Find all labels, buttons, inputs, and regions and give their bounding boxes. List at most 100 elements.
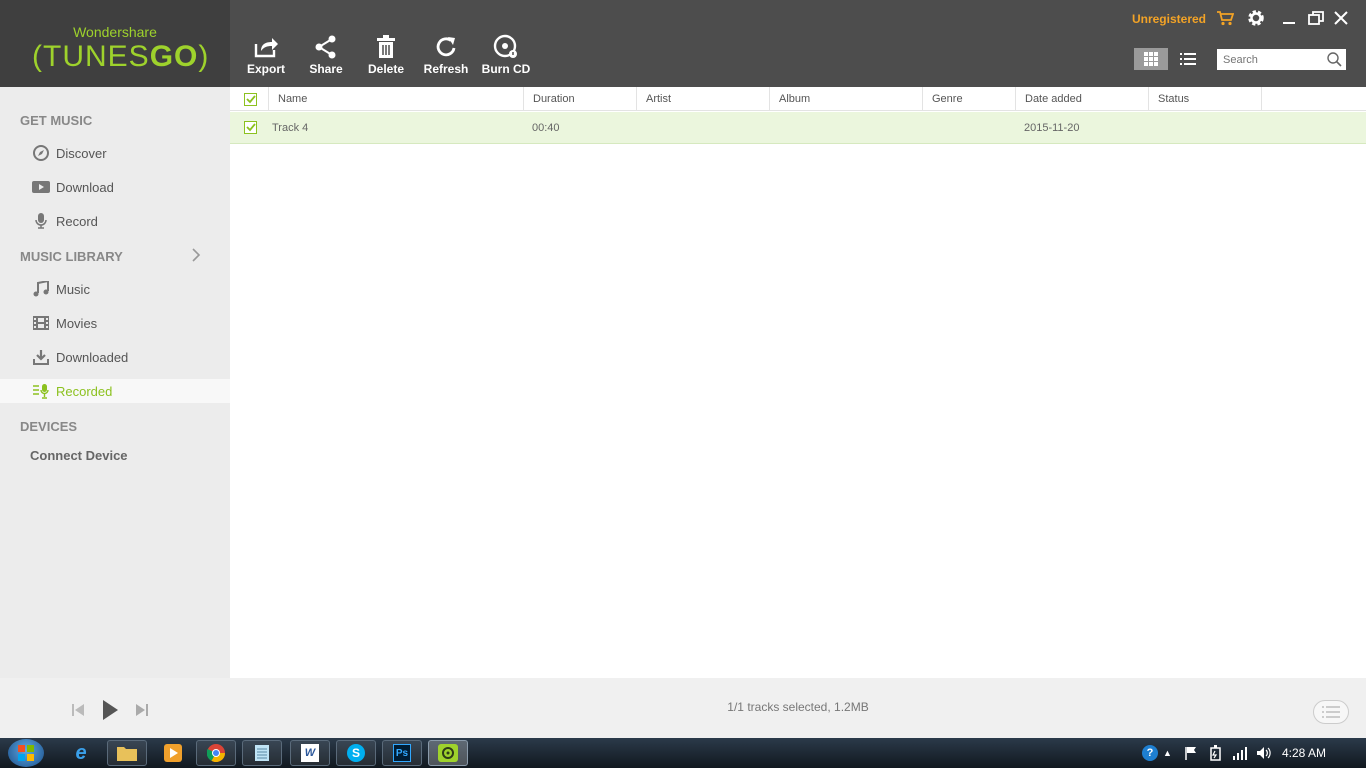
taskbar-clock[interactable]: 4:28 AM bbox=[1282, 746, 1326, 760]
column-header-name[interactable]: Name bbox=[268, 87, 524, 111]
cell-name: Track 4 bbox=[272, 122, 309, 134]
logo-wave-left-icon: ( bbox=[32, 40, 43, 73]
select-all-checkbox[interactable] bbox=[244, 93, 257, 106]
taskbar-chrome[interactable] bbox=[196, 740, 236, 766]
sidebar-item-music[interactable]: Music bbox=[0, 277, 230, 301]
previous-track-button[interactable] bbox=[70, 702, 86, 718]
checkmark-icon bbox=[245, 95, 256, 104]
search-input[interactable] bbox=[1217, 49, 1321, 70]
trash-icon bbox=[377, 35, 395, 58]
start-button[interactable] bbox=[8, 739, 44, 767]
cart-icon[interactable] bbox=[1214, 8, 1236, 28]
skip-next-icon bbox=[136, 704, 148, 716]
search-box bbox=[1217, 49, 1346, 70]
maximize-button[interactable] bbox=[1305, 8, 1327, 28]
row-checkbox[interactable] bbox=[244, 121, 257, 134]
action-center-flag-icon[interactable] bbox=[1184, 738, 1198, 768]
film-icon bbox=[32, 314, 50, 332]
checkmark-icon bbox=[245, 123, 256, 132]
sidebar-item-discover[interactable]: Discover bbox=[0, 141, 230, 165]
devices-heading: DEVICES bbox=[20, 419, 78, 434]
player-bar: 1/1 tracks selected, 1.2MB bbox=[0, 678, 1366, 738]
sidebar-item-label: Music bbox=[56, 281, 90, 297]
tunesgo-icon bbox=[438, 744, 458, 762]
taskbar-skype[interactable]: S bbox=[336, 740, 376, 766]
share-icon bbox=[315, 35, 336, 59]
export-button[interactable]: Export bbox=[236, 34, 296, 78]
get-music-heading: GET MUSIC bbox=[20, 113, 93, 128]
show-hidden-icons-arrow-icon[interactable]: ▲ bbox=[1163, 738, 1172, 768]
windows-logo-icon bbox=[18, 745, 34, 761]
taskbar-notepad[interactable] bbox=[242, 740, 282, 766]
unregistered-link[interactable]: Unregistered bbox=[1132, 12, 1206, 26]
sidebar-item-download[interactable]: Download bbox=[0, 175, 230, 199]
power-battery-icon[interactable] bbox=[1208, 738, 1222, 768]
sidebar-item-downloaded[interactable]: Downloaded bbox=[0, 345, 230, 369]
volume-icon[interactable] bbox=[1256, 738, 1272, 768]
taskbar-word[interactable]: W bbox=[290, 740, 330, 766]
chrome-icon bbox=[207, 744, 225, 762]
header-bar: Wondershare (TUNESGO) Export Share Delet… bbox=[0, 0, 1366, 87]
help-icon[interactable]: ? bbox=[1142, 738, 1158, 768]
download-icon bbox=[32, 348, 50, 366]
list-icon bbox=[1322, 706, 1340, 718]
share-button[interactable]: Share bbox=[296, 34, 356, 78]
column-header-genre[interactable]: Genre bbox=[923, 87, 1016, 111]
notepad-icon bbox=[255, 745, 269, 761]
play-icon bbox=[103, 700, 118, 720]
column-header-date-added[interactable]: Date added bbox=[1016, 87, 1149, 111]
refresh-button[interactable]: Refresh bbox=[416, 34, 476, 78]
playlist-queue-button[interactable] bbox=[1313, 700, 1349, 724]
play-button[interactable] bbox=[98, 698, 122, 722]
list-view-button[interactable] bbox=[1172, 48, 1204, 70]
windows-taskbar: e W S Ps ? ▲ 4:28 AM bbox=[0, 738, 1366, 768]
delete-button[interactable]: Delete bbox=[356, 34, 416, 78]
brand-top-text: Wondershare bbox=[73, 24, 157, 40]
column-header-artist[interactable]: Artist bbox=[637, 87, 770, 111]
table-row[interactable]: Track 4 00:40 2015-11-20 bbox=[230, 112, 1366, 144]
taskbar-tunesgo[interactable] bbox=[428, 740, 468, 766]
refresh-label: Refresh bbox=[423, 62, 469, 76]
main-toolbar: Export Share Delete Refresh Burn CD bbox=[236, 34, 536, 84]
sidebar-item-record[interactable]: Record bbox=[0, 209, 230, 233]
burn-cd-button[interactable]: Burn CD bbox=[476, 34, 536, 78]
network-signal-icon[interactable] bbox=[1232, 738, 1248, 768]
sidebar-item-label: Recorded bbox=[56, 383, 113, 399]
logo-wave-right-icon: ) bbox=[198, 40, 210, 73]
taskbar-explorer[interactable] bbox=[107, 740, 147, 766]
refresh-icon bbox=[436, 37, 456, 57]
close-button[interactable] bbox=[1330, 8, 1352, 28]
microphone-icon bbox=[32, 212, 50, 230]
export-icon bbox=[254, 38, 278, 58]
grid-view-button[interactable] bbox=[1134, 48, 1168, 70]
brand-main-light: TUNES bbox=[43, 40, 150, 73]
taskbar-ie[interactable]: e bbox=[61, 740, 101, 766]
sidebar-item-recorded[interactable]: Recorded bbox=[0, 379, 230, 403]
music-note-icon bbox=[32, 280, 50, 298]
taskbar-photoshop[interactable]: Ps bbox=[382, 740, 422, 766]
cell-duration: 00:40 bbox=[532, 122, 560, 134]
media-player-icon bbox=[164, 744, 182, 762]
minimize-button[interactable] bbox=[1278, 8, 1300, 28]
music-library-heading: MUSIC LIBRARY bbox=[20, 249, 123, 264]
export-label: Export bbox=[246, 62, 285, 76]
taskbar-media-player[interactable] bbox=[153, 740, 193, 766]
settings-gear-icon[interactable] bbox=[1245, 8, 1267, 28]
photoshop-icon: Ps bbox=[393, 744, 411, 762]
internet-explorer-icon: e bbox=[75, 741, 87, 764]
sidebar: GET MUSIC Discover Download Record MUSIC… bbox=[0, 87, 230, 678]
sidebar-item-movies[interactable]: Movies bbox=[0, 311, 230, 335]
brand-main-bold: GO bbox=[149, 40, 199, 73]
connect-device-link[interactable]: Connect Device bbox=[0, 443, 230, 467]
column-header-album[interactable]: Album bbox=[770, 87, 923, 111]
sidebar-item-label: Discover bbox=[56, 145, 107, 161]
recorded-list-icon bbox=[32, 382, 50, 400]
next-track-button[interactable] bbox=[134, 702, 150, 718]
column-header-status[interactable]: Status bbox=[1149, 87, 1262, 111]
brand-main-text: (TUNESGO) bbox=[32, 40, 208, 74]
skip-previous-icon bbox=[72, 704, 84, 716]
chevron-right-icon[interactable] bbox=[190, 247, 202, 263]
column-header-duration[interactable]: Duration bbox=[524, 87, 637, 111]
burn-cd-label: Burn CD bbox=[481, 62, 531, 76]
search-icon[interactable] bbox=[1327, 52, 1342, 67]
